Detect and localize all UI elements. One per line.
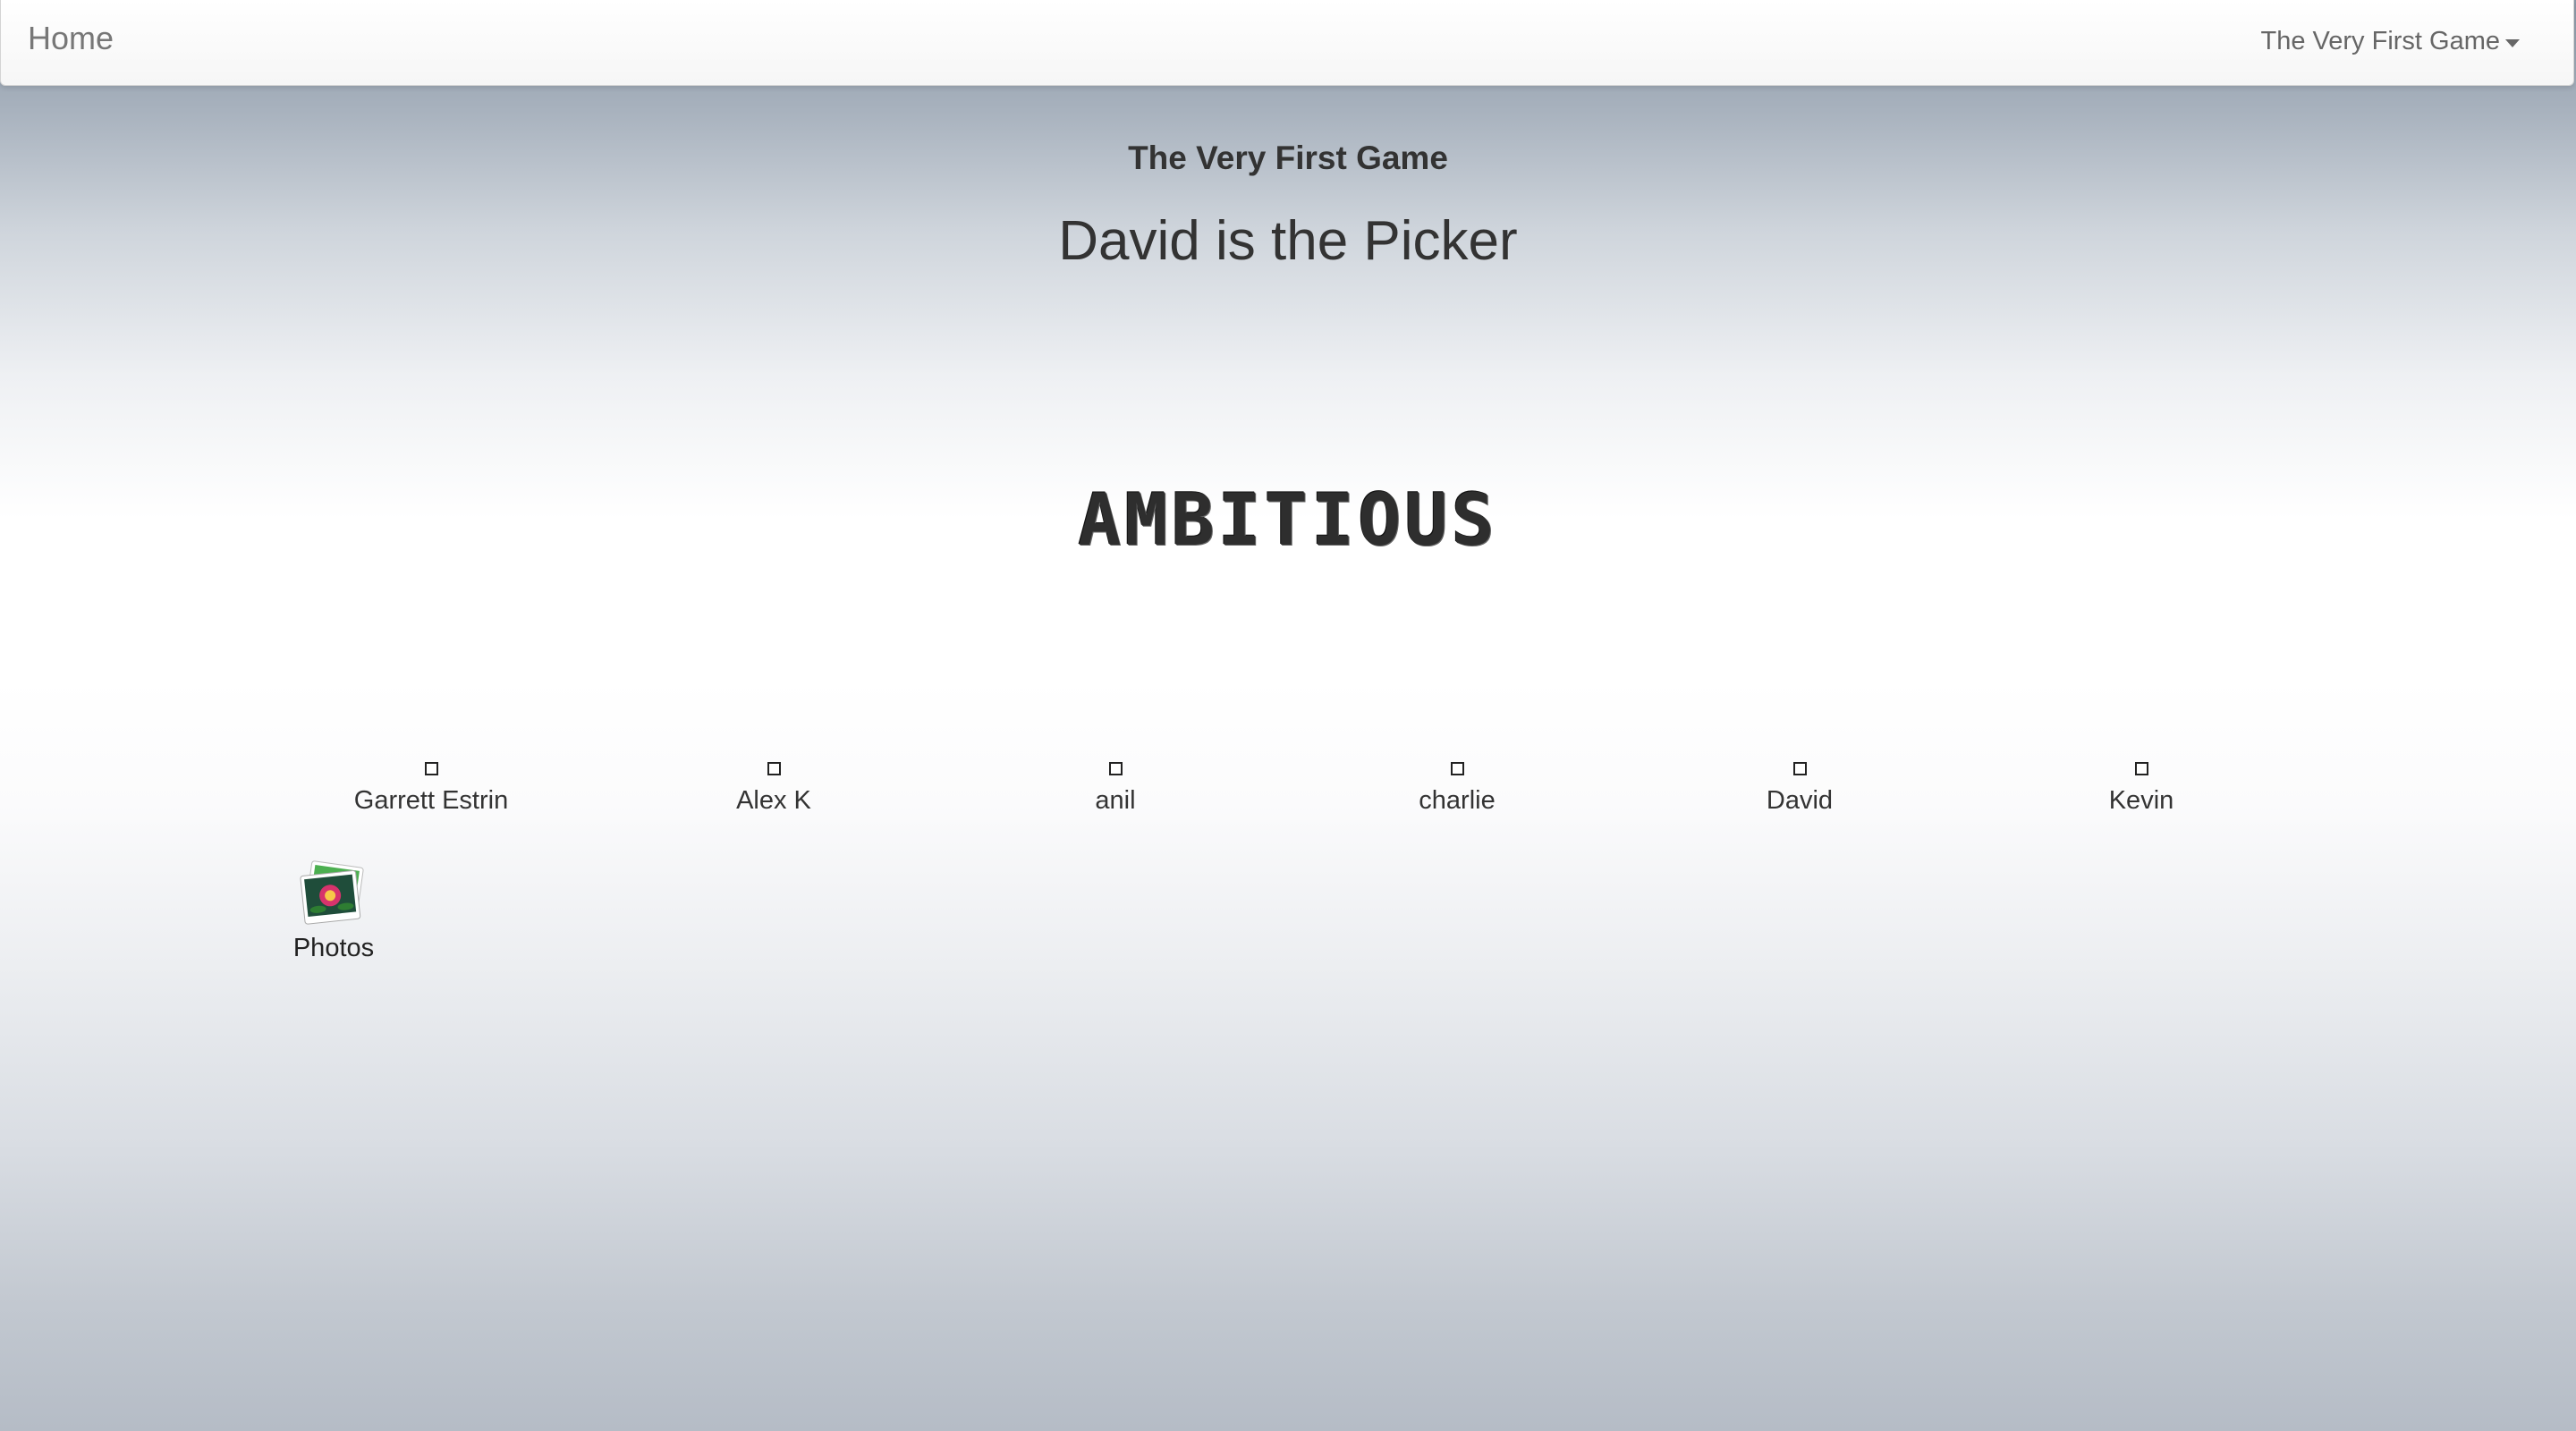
home-link[interactable]: Home [28,20,114,57]
player-checkbox[interactable] [424,762,438,775]
player-item[interactable]: Alex K [640,760,908,816]
navbar: Home The Very First Game [0,0,2574,86]
player-checkbox[interactable] [1792,762,1807,775]
player-name: Garrett Estrin [353,786,509,815]
player-name: charlie [1419,786,1496,815]
player-item[interactable]: anil [981,760,1250,816]
picker-heading: David is the Picker [1058,210,1518,272]
player-item[interactable]: David [1665,760,1934,816]
player-name: David [1766,786,1834,815]
player-item[interactable]: charlie [1323,760,1591,816]
player-name: Kevin [2108,786,2174,815]
player-name: anil [1095,786,1136,815]
photos-icon [300,860,364,925]
game-title: The Very First Game [1128,140,1448,176]
game-dropdown-label: The Very First Game [2260,27,2500,55]
player-item[interactable]: Kevin [2007,760,2275,816]
photos-label: Photos [292,934,375,962]
player-checkbox[interactable] [1450,762,1464,775]
player-name: Alex K [736,786,811,815]
word-card: AMBITIOUS [1078,478,1498,562]
caret-down-icon [2505,38,2520,47]
player-checkbox[interactable] [767,762,781,775]
photos-desktop-icon[interactable]: Photos [284,859,383,963]
player-item[interactable]: Garrett Estrin [297,760,565,816]
player-checkbox[interactable] [2134,762,2148,775]
player-list: Garrett Estrin Alex K anil charlie David… [0,760,2576,832]
game-dropdown[interactable]: The Very First Game [2260,27,2520,56]
player-checkbox[interactable] [1108,762,1123,775]
